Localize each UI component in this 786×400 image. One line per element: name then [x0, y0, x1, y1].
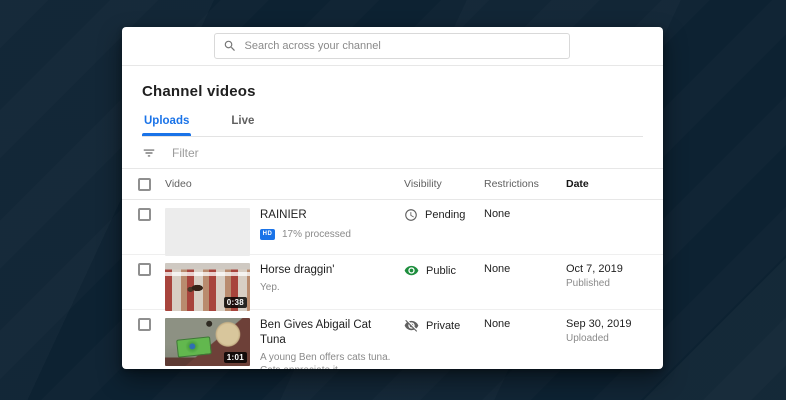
restrictions-value: None: [484, 208, 511, 220]
visibility-label: Public: [426, 264, 456, 277]
processing-status: 17% processed: [282, 228, 351, 240]
studio-channel-videos-card: Channel videos Uploads Live Video Visibi…: [122, 27, 663, 369]
date-value: Sep 30, 2019: [566, 318, 632, 330]
tab-uploads[interactable]: Uploads: [142, 115, 192, 136]
video-title[interactable]: Ben Gives Abigail Cat Tuna: [260, 318, 394, 348]
date-sub: Published: [566, 278, 610, 289]
row-checkbox[interactable]: [138, 263, 151, 276]
hd-badge-icon: HD: [260, 228, 275, 240]
video-row-cat-tuna[interactable]: 1:01 Ben Gives Abigail Cat Tuna A young …: [122, 310, 663, 369]
cat-food-can: [176, 336, 212, 359]
duration-badge: 1:01: [223, 352, 247, 363]
visibility-label: Pending: [425, 209, 466, 221]
filter-input[interactable]: [172, 145, 472, 160]
video-thumbnail-processing: [165, 208, 250, 256]
restrictions-value: None: [484, 263, 511, 275]
select-all-checkbox[interactable]: [138, 177, 151, 191]
title-area: Channel videos Uploads Live: [122, 66, 663, 137]
table-header-row: Video Visibility Restrictions Date: [122, 169, 663, 200]
video-description: A young Ben offers cats tuna. Cats appre…: [260, 351, 391, 369]
video-title[interactable]: RAINIER: [260, 208, 394, 223]
date-sub: Uploaded: [566, 333, 609, 344]
channel-search-box[interactable]: [213, 33, 570, 59]
header-date[interactable]: Date: [566, 178, 663, 190]
row-checkbox[interactable]: [138, 208, 151, 221]
search-row: [122, 27, 663, 66]
video-thumbnail-cat-tuna: 1:01: [165, 318, 250, 366]
date-value: Oct 7, 2019: [566, 263, 623, 275]
tab-live[interactable]: Live: [229, 115, 256, 136]
video-thumbnail-horse: 0:38: [165, 263, 250, 311]
video-row-rainier[interactable]: RAINIER HD 17% processed Pending None: [122, 200, 663, 256]
clock-icon: [405, 209, 417, 221]
tabs-bar: Uploads Live: [142, 115, 643, 137]
header-video: Video: [165, 178, 192, 190]
filter-row: [122, 137, 663, 169]
visibility-label: Private: [426, 319, 461, 332]
row-checkbox[interactable]: [138, 318, 151, 331]
search-icon: [224, 40, 235, 51]
video-row-horse-draggin[interactable]: 0:38 Horse draggin' Yep. Public None Oct…: [122, 255, 663, 311]
page-title: Channel videos: [142, 83, 256, 100]
restrictions-value: None: [484, 318, 511, 330]
header-restrictions: Restrictions: [484, 178, 539, 190]
filter-icon: [143, 149, 155, 156]
search-input[interactable]: [244, 40, 561, 52]
video-description: Yep.: [260, 281, 280, 293]
eye-icon: [404, 265, 419, 276]
header-visibility: Visibility: [404, 178, 442, 190]
eye-off-icon: [404, 319, 419, 332]
video-title[interactable]: Horse draggin': [260, 263, 394, 278]
duration-badge: 0:38: [223, 297, 247, 308]
